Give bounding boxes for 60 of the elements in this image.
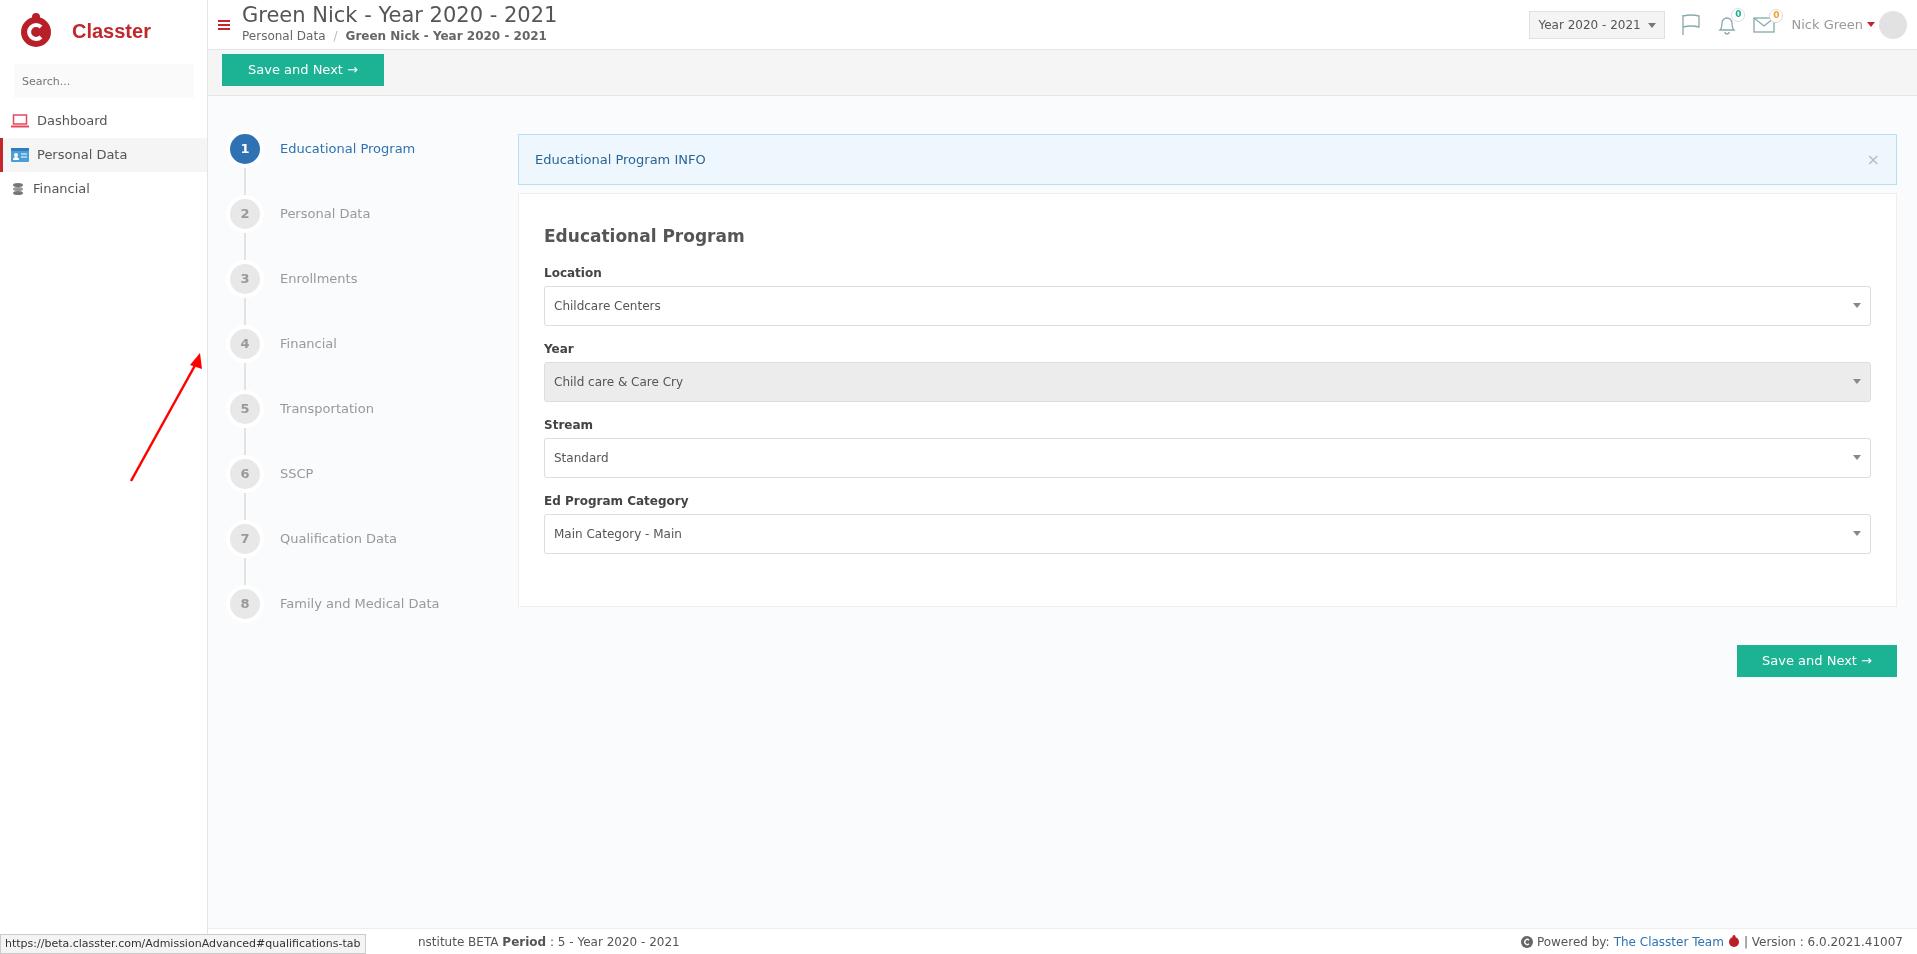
search-field[interactable]: Search... [14, 64, 194, 98]
year-dropdown[interactable]: Year 2020 - 2021 [1529, 10, 1666, 39]
version-text: | Version : 6.0.2021.41007 [1743, 933, 1903, 951]
field-label: Ed Program Category [544, 492, 690, 510]
info-text: Educational Program INFO [535, 150, 706, 169]
step-link[interactable]: Qualification Data [280, 529, 398, 549]
logo-icon [18, 12, 54, 50]
powered-by-text: Powered by: [1536, 933, 1610, 951]
field-label: Stream [544, 416, 595, 434]
caret-icon[interactable] [1867, 22, 1875, 27]
copyright-icon [1520, 935, 1533, 948]
team-link[interactable]: The Classter Team [1613, 932, 1724, 951]
select-field[interactable]: Childcare Centers [544, 285, 1871, 326]
flag-icon[interactable] [1681, 13, 1702, 36]
step-link[interactable]: Personal Data [280, 204, 371, 224]
breadcrumb-link[interactable]: Personal Data [242, 27, 326, 46]
step-number[interactable]: 3 [230, 264, 260, 294]
coins-icon [11, 182, 25, 196]
step-link[interactable]: SSCP [280, 464, 314, 484]
caret-icon[interactable] [1853, 531, 1861, 536]
message-count: 0 [1769, 8, 1784, 23]
footer-text: nstitute BETA Period : 5 - Year 2020 - 2021 [418, 933, 680, 951]
status-url-tooltip: https://beta.classter.com/AdmissionAdvanced#qualifications-tab [0, 933, 366, 954]
step-number[interactable]: 4 [230, 329, 260, 359]
laptop-icon [11, 114, 29, 128]
caret-icon[interactable] [1853, 455, 1861, 460]
notification-count: 0 [1731, 7, 1746, 22]
breadcrumb-current: Green Nick - Year 2020 - 2021 [345, 28, 547, 46]
select-field[interactable]: Main Category - Main [544, 513, 1871, 554]
step-link[interactable]: Transportation [280, 399, 374, 419]
sidebar-item[interactable]: Financial [0, 172, 207, 206]
step-link[interactable]: Educational Program [280, 139, 416, 159]
step-number[interactable]: 8 [230, 589, 260, 619]
step-number[interactable]: 6 [230, 459, 260, 489]
select-field[interactable]: Standard [544, 437, 1871, 478]
step-link[interactable]: Enrollments [280, 269, 358, 289]
save-and-next-button[interactable]: Save and Next → [222, 54, 384, 86]
save-and-next-button[interactable]: Save and Next → [1737, 644, 1897, 677]
menu-icon[interactable] [218, 19, 230, 30]
page-title: Green Nick - Year 2020 - 2021 [242, 3, 559, 28]
form-title: Educational Program [544, 225, 746, 248]
field-label: Location [544, 264, 603, 282]
step-number[interactable]: 1 [230, 134, 260, 164]
step-number[interactable]: 2 [230, 199, 260, 229]
id-card-icon [11, 148, 29, 162]
step-number[interactable]: 5 [230, 394, 260, 424]
sidebar-item[interactable]: Dashboard [0, 104, 207, 138]
brand-name: Classter [72, 19, 151, 44]
field-label: Year [544, 340, 575, 358]
user-menu[interactable]: Nick Green [1791, 14, 1863, 35]
sidebar-item[interactable]: Personal Data [0, 138, 207, 172]
caret-icon[interactable] [1853, 303, 1861, 308]
logo-icon [1727, 935, 1740, 948]
step-number[interactable]: 7 [230, 524, 260, 554]
step-link[interactable]: Financial [280, 334, 337, 354]
close-button[interactable]: × [1866, 147, 1880, 172]
caret-icon[interactable] [1648, 22, 1657, 28]
breadcrumb-separator: / [333, 28, 338, 46]
step-link[interactable]: Family and Medical Data [280, 594, 440, 614]
envelope-icon[interactable] [1753, 16, 1776, 35]
